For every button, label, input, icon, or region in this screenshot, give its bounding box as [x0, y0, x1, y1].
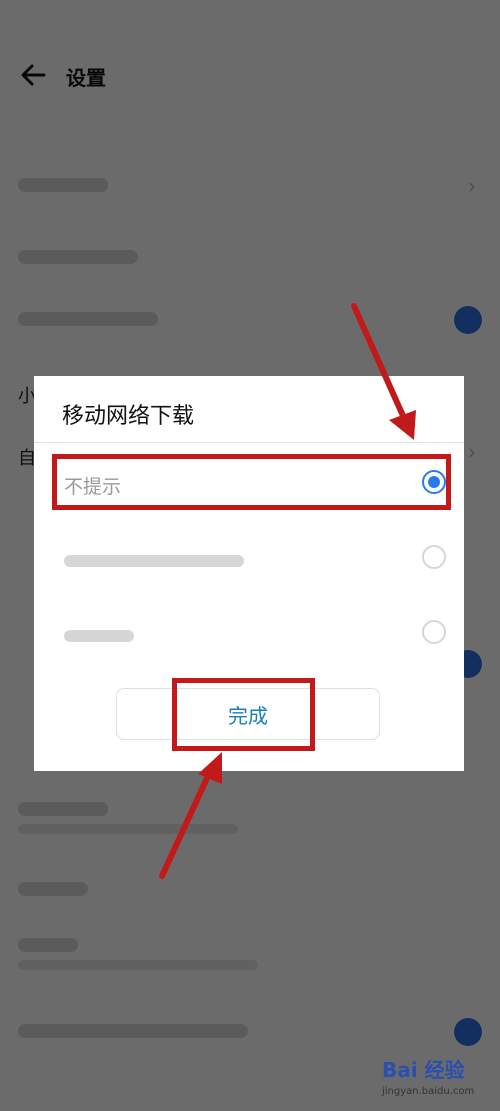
watermark-brand: Bai 经验 [382, 1058, 465, 1082]
annotation-arrows [159, 303, 416, 879]
baidu-watermark: Bai 经验 jingyan.baidu.com [382, 1052, 500, 1108]
arrow-up-icon [159, 752, 222, 879]
arrow-down-icon [351, 303, 416, 440]
watermark-url: jingyan.baidu.com [382, 1086, 475, 1097]
